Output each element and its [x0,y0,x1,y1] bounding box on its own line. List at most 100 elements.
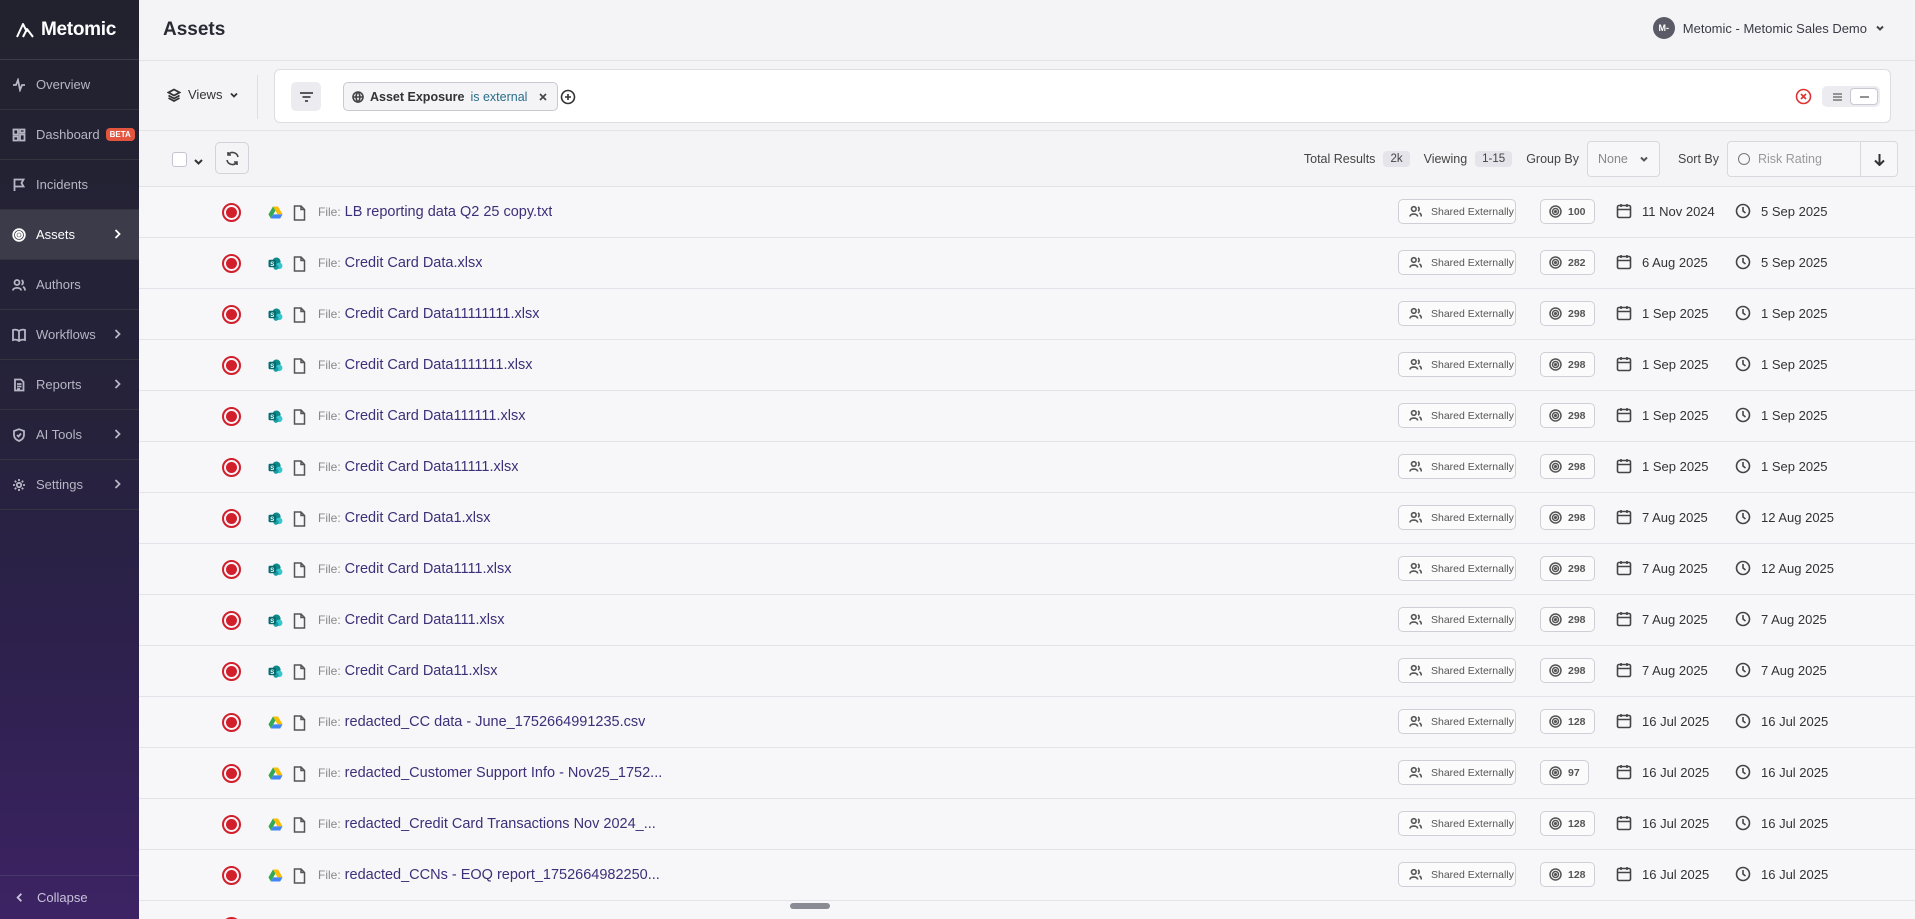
table-row[interactable]: S File: Credit Card Data1111111.xlsx Shared… [139,340,1915,391]
table-row[interactable]: S File: Credit Card Data111.xlsx Shared Ext… [139,595,1915,646]
google-drive-icon [268,869,283,882]
sidebar-item-overview[interactable]: Overview [0,60,139,110]
calendar-icon [1616,459,1632,474]
modified-date-value: 16 Jul 2025 [1761,866,1829,882]
filter-chip-operator[interactable]: is external [470,90,527,104]
org-switcher[interactable]: M- Metomic - Metomic Sales Demo [1652,17,1885,39]
sort-field[interactable]: Risk Rating [1728,142,1861,176]
asset-name-link[interactable]: File: redacted_CCNs - EOQ report_17526649… [318,867,660,883]
list-icon [1832,92,1842,101]
sidebar-item-authors[interactable]: Authors [0,260,139,310]
sort-by-select[interactable]: Risk Rating [1727,141,1898,177]
asset-type-prefix: File: [318,817,341,831]
compact-mode-button[interactable] [1850,88,1878,105]
users-icon [1409,817,1422,829]
asset-name-link[interactable]: File: Credit Card Data1.xlsx [318,510,491,526]
asset-type-prefix: File: [318,715,341,729]
clock-icon [1735,560,1751,576]
table-row[interactable]: S File: Credit Card Data111111.xlsx Shared … [139,391,1915,442]
group-by-select[interactable]: None [1587,141,1660,177]
sidebar-item-ai-tools[interactable]: AI Tools [0,410,139,460]
asset-name-link[interactable]: File: Credit Card Data11111.xlsx [318,459,518,475]
asset-name-link[interactable]: File: Credit Card Data1111111.xlsx [318,357,532,373]
list-mode-button[interactable] [1824,88,1850,105]
table-row[interactable]: File: redacted_Credit Card Transactions N… [139,799,1915,850]
asset-type-prefix: File: [318,205,341,219]
exposure-label: Shared Externally [1431,613,1514,626]
modified-date-value: 16 Jul 2025 [1761,815,1829,831]
sidebar-item-reports[interactable]: Reports [0,360,139,410]
collapse-button[interactable]: Collapse [0,875,139,919]
select-all-checkbox[interactable] [172,152,187,167]
clock-icon [1735,764,1751,780]
filter-toggle-button[interactable] [291,82,321,111]
asset-name-link[interactable]: File: redacted_Credit Card Transactions N… [318,816,656,832]
users-icon [1409,868,1422,880]
close-icon[interactable] [537,91,549,103]
sidebar-item-incidents[interactable]: Incidents [0,160,139,210]
filter-mode-toggle[interactable] [1822,86,1880,107]
table-row[interactable]: S File: Credit Card Data.xlsx Shared Extern… [139,238,1915,289]
filter-chip-asset-exposure[interactable]: Asset Exposure is external [343,82,559,111]
table-row[interactable]: File: redacted_CCNs - EOQ report_17526649… [139,850,1915,901]
report-icon [14,378,25,391]
risk-score: 100 [1568,205,1586,218]
table-row[interactable]: S File: Credit Card Data11111.xlsx Shared E… [139,442,1915,493]
sharepoint-icon: S [268,308,283,321]
table-row[interactable]: File: redacted_Customer Support Info - No… [139,748,1915,799]
asset-name-link[interactable]: File: Credit Card Data111111.xlsx [318,408,525,424]
page-header: Assets M- Metomic - Metomic Sales Demo [139,0,1915,61]
asset-name-link[interactable]: File: redacted_CC data - June_17526649912… [318,714,645,730]
risk-score-badge: 298 [1540,454,1595,479]
asset-type-prefix: File: [318,562,341,576]
clock-icon [1735,713,1751,729]
table-row[interactable]: S File: Credit Card Data1111.xlsx Shared Ex… [139,544,1915,595]
google-drive-icon [268,818,283,831]
target-icon [1549,664,1562,677]
sort-direction-button[interactable] [1861,153,1897,166]
users-icon [1409,562,1422,574]
metomic-logo[interactable]: Metomic [0,0,139,60]
risk-score-badge: 128 [1540,709,1595,734]
table-row[interactable]: File: redacted_CC data - June_17526649912… [139,697,1915,748]
asset-name: Credit Card Data.xlsx [344,255,483,271]
sidebar-item-assets[interactable]: Assets [0,210,139,260]
horizontal-scroll-handle[interactable] [790,903,830,909]
sidebar-item-label: Dashboard [36,127,100,142]
select-options-dropdown[interactable] [193,154,204,165]
table-row[interactable]: S File: Credit Card Data1.xlsx Shared Exter… [139,493,1915,544]
sharepoint-icon: S [268,563,283,576]
calendar-icon [1616,306,1632,321]
target-icon [1549,766,1562,779]
table-row[interactable]: S File: Credit Card Data11111111.xlsx Share… [139,289,1915,340]
modified-date-value: 12 Aug 2025 [1761,560,1835,576]
target-icon [1549,817,1562,830]
asset-name-link[interactable]: File: Credit Card Data11111111.xlsx [318,306,539,322]
asset-name-link[interactable]: File: Credit Card Data111.xlsx [318,612,505,628]
calendar-icon [1616,408,1632,423]
table-row[interactable]: S File: Credit Card Data11.xlsx Shared Exte… [139,646,1915,697]
add-filter-button[interactable] [560,89,576,105]
exposure-label: Shared Externally [1431,307,1514,320]
sidebar-item-label: Reports [36,377,82,392]
asset-name-link[interactable]: File: LB reporting data Q2 25 copy.txt [318,204,552,220]
asset-type-prefix: File: [318,358,341,372]
sidebar-item-dashboard[interactable]: Dashboard BETA [0,110,139,160]
sidebar-item-label: Assets [36,227,76,242]
created-date: 6 Aug 2025 [1616,254,1708,270]
asset-name-link[interactable]: File: redacted_Customer Support Info - No… [318,765,662,781]
modified-date-value: 12 Aug 2025 [1761,509,1835,525]
viewing-label: Viewing [1423,152,1468,166]
asset-name-link[interactable]: File: Credit Card Data.xlsx [318,255,482,271]
asset-name-link[interactable]: File: Credit Card Data11.xlsx [318,663,498,679]
table-row[interactable]: File: LB reporting data Q2 25 copy.txt Sha… [139,187,1915,238]
refresh-button[interactable] [215,142,249,174]
table-row[interactable]: File: [139,901,1915,919]
views-dropdown[interactable]: Views [167,87,239,102]
clear-filters-button[interactable] [1795,88,1812,105]
sidebar-item-settings[interactable]: Settings [0,460,139,510]
calendar-icon [1616,714,1632,729]
sidebar-item-workflows[interactable]: Workflows [0,310,139,360]
total-results-label: Total Results [1303,152,1376,166]
asset-name-link[interactable]: File: Credit Card Data1111.xlsx [318,561,512,577]
